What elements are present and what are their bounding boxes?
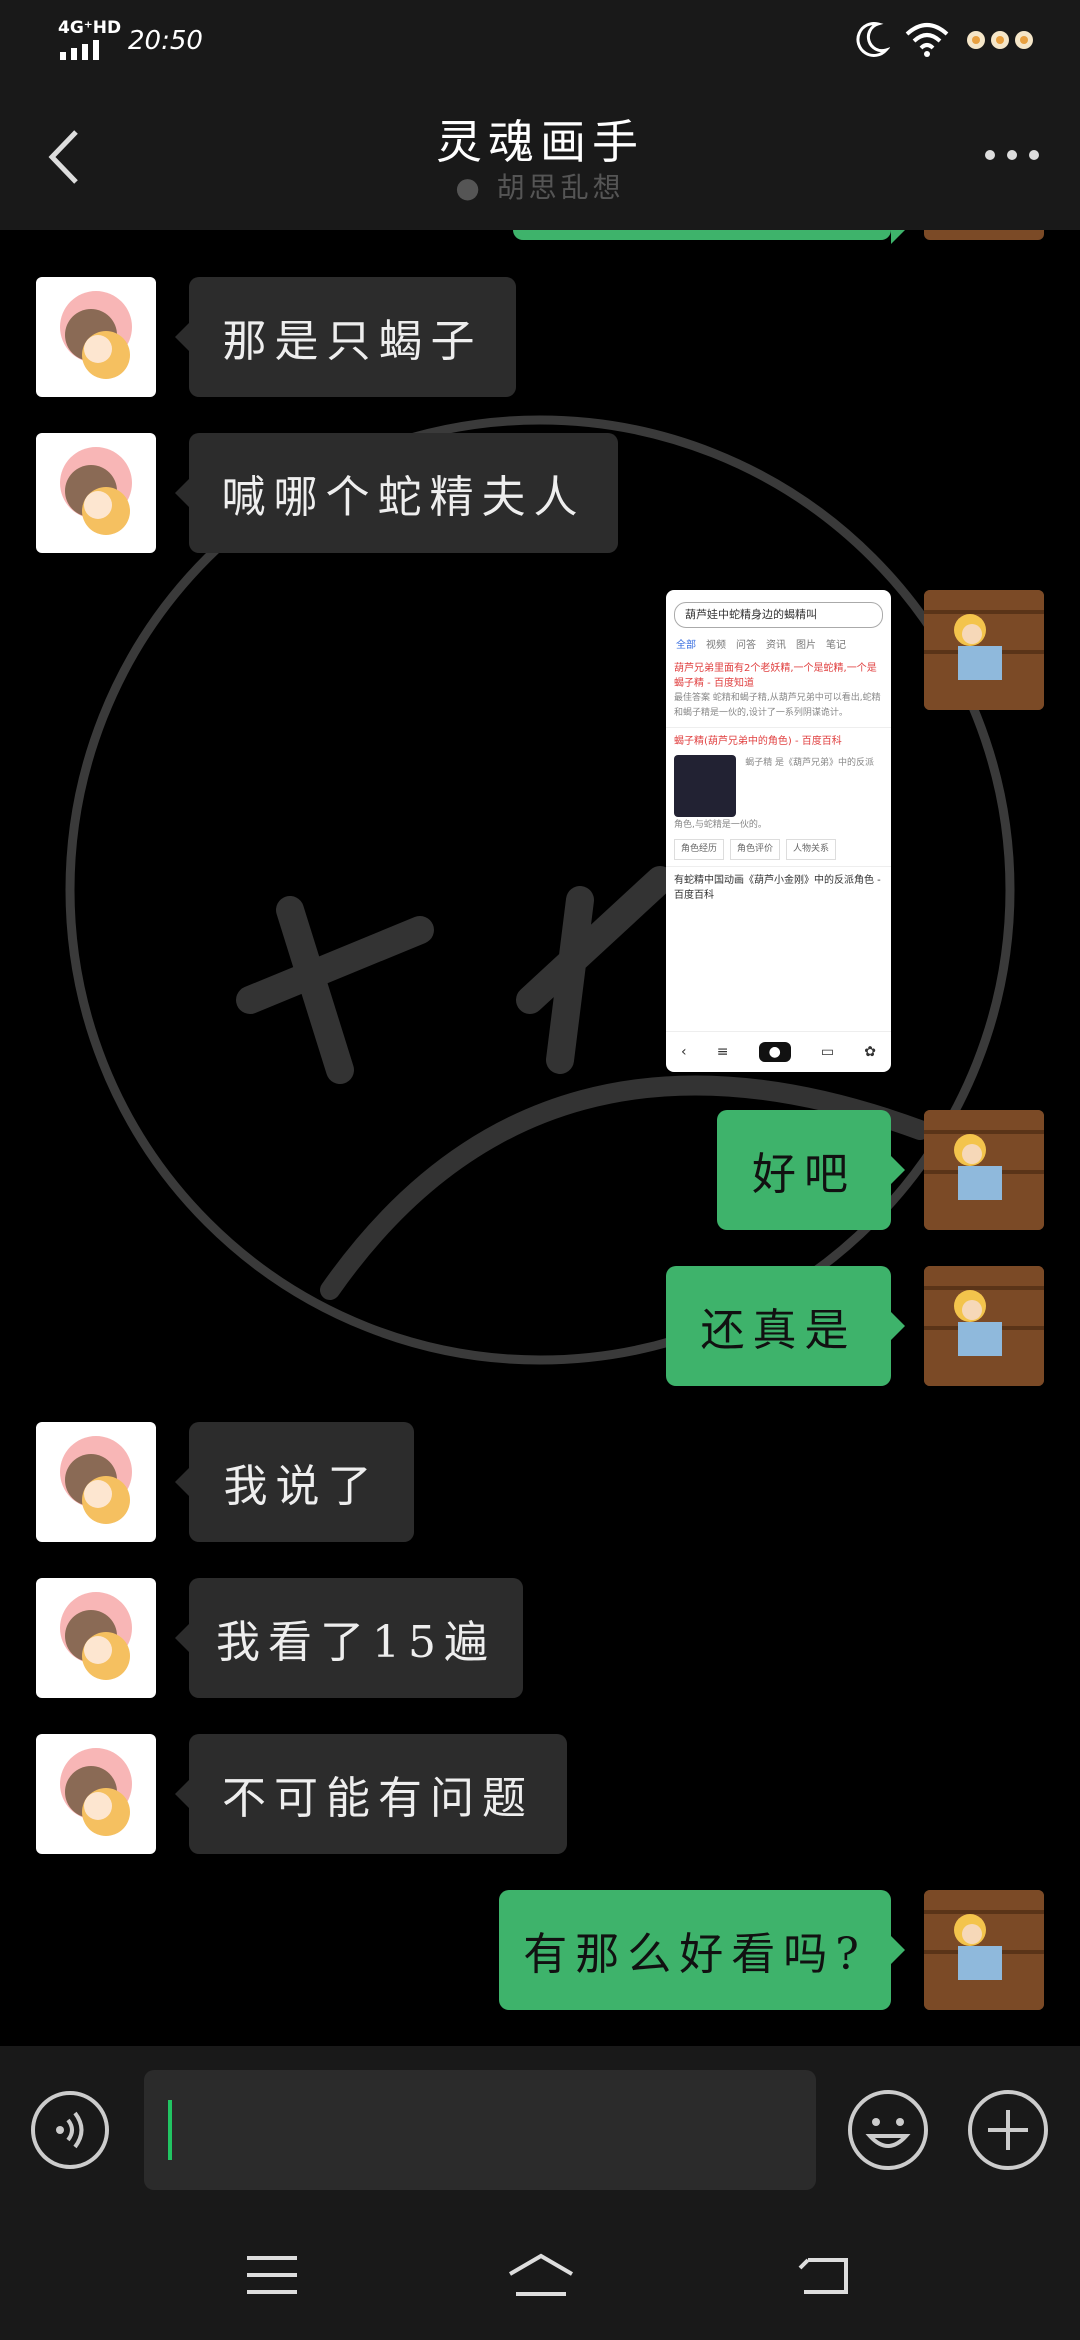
avatar[interactable] [924, 1890, 1044, 2010]
preview-menu-icon: ≡ [716, 1044, 729, 1060]
message-bubble[interactable]: 喊哪个蛇精夫人 [175, 433, 618, 553]
preview-result: 蝎子精(葫芦兄弟中的角色) - 百度百科 蝎子精 是《葫芦兄弟》中的反派角色,与… [674, 734, 883, 860]
message-bubble-partial [513, 230, 905, 244]
avatar[interactable] [36, 1578, 156, 1698]
message-list[interactable]: 那是只蝎子 喊哪个蛇精夫人 葫芦娃中蛇精身边的蝎精叫 全部 视频 问答 资讯 图… [0, 230, 1080, 2046]
message-bubble[interactable]: 不可能有问题 [175, 1734, 567, 1854]
avatar-image [60, 291, 132, 379]
avatar-image [60, 1436, 132, 1524]
preview-mic-icon: ● [758, 1042, 791, 1062]
avatar[interactable] [36, 1734, 156, 1854]
plus-icon[interactable] [966, 2088, 1050, 2172]
avatar-image [924, 1890, 1044, 2010]
menu-icon[interactable] [242, 2250, 302, 2300]
preview-tab: 笔记 [826, 640, 846, 651]
preview-result-title: 有蛇精中国动画《葫芦小金刚》中的反派角色 - 百度百科 [674, 875, 881, 901]
preview-chip: 角色评价 [730, 839, 781, 860]
avatar[interactable] [36, 1422, 156, 1542]
preview-tab: 问答 [736, 640, 756, 651]
preview-search-bar: 葫芦娃中蛇精身边的蝎精叫 [674, 602, 883, 628]
preview-tab: 全部 [676, 640, 696, 651]
preview-result-title: 葫芦兄弟里面有2个老妖精,一个是蛇精,一个是蝎子精 - 百度知道 [674, 663, 877, 689]
preview-tab: 资讯 [766, 640, 786, 651]
status-bar: 4G⁺HD 20:50 [0, 0, 1080, 80]
preview-tabs: 全部 视频 问答 资讯 图片 笔记 [666, 632, 891, 655]
chat-subtitle-text: 胡思乱想 [496, 171, 625, 204]
preview-result: 有蛇精中国动画《葫芦小金刚》中的反派角色 - 百度百科 [674, 873, 883, 903]
chat-header: 灵魂画手 ● 胡思乱想 [0, 80, 1080, 230]
avatar[interactable] [924, 1266, 1044, 1386]
avatar-image [60, 1748, 132, 1836]
message-text: 喊哪个蛇精夫人 [221, 472, 586, 523]
message-text: 我看了15遍 [216, 1617, 496, 1668]
preview-chip: 角色经历 [674, 839, 725, 860]
preview-bottom-bar: ‹ ≡ ● ▭ ✿ [666, 1031, 891, 1072]
message-text: 不可能有问题 [222, 1773, 534, 1824]
return-icon[interactable] [794, 2250, 854, 2300]
preview-tab: 图片 [796, 640, 816, 651]
clock: 20:50 [128, 26, 203, 56]
message-bubble[interactable]: 好吧 [717, 1110, 905, 1230]
image-message[interactable]: 葫芦娃中蛇精身边的蝎精叫 全部 视频 问答 资讯 图片 笔记 葫芦兄弟里面有2个… [666, 590, 891, 1072]
voice-input-icon[interactable] [30, 2090, 110, 2170]
message-input[interactable] [144, 2070, 816, 2190]
input-bar [0, 2046, 1080, 2210]
avatar-image [924, 1110, 1044, 1230]
message-text: 还真是 [700, 1305, 857, 1356]
status-icons [854, 18, 1036, 62]
wifi-icon [905, 23, 949, 57]
preview-back-icon: ‹ [681, 1044, 687, 1060]
moon-icon [856, 22, 890, 57]
message-bubble[interactable]: 那是只蝎子 [175, 277, 516, 397]
text-caret [168, 2100, 172, 2160]
message-bubble[interactable]: 我说了 [175, 1422, 414, 1542]
avatar[interactable] [36, 433, 156, 553]
preview-tab: 视频 [706, 640, 726, 651]
preview-result: 葫芦兄弟里面有2个老妖精,一个是蛇精,一个是蝎子精 - 百度知道 最佳答案 蛇精… [674, 661, 883, 721]
preview-chip: 人物关系 [786, 839, 837, 860]
home-icon[interactable] [506, 2250, 576, 2300]
network-indicator: 4G⁺HD [58, 18, 122, 38]
preview-result-title: 蝎子精(葫芦兄弟中的角色) - 百度百科 [674, 736, 842, 747]
avatar-image [924, 1266, 1044, 1386]
preview-paw-icon: ✿ [864, 1044, 876, 1060]
chat-subtitle: ● 胡思乱想 [0, 166, 1080, 206]
avatar-partial [924, 230, 1044, 240]
avatar[interactable] [924, 1110, 1044, 1230]
signal-icon [60, 40, 99, 60]
message-text: 那是只蝎子 [222, 316, 483, 367]
avatar-image [60, 447, 132, 535]
avatar[interactable] [36, 277, 156, 397]
speech-icon: ● [455, 171, 484, 204]
chat-title: 灵魂画手 [436, 115, 644, 169]
battery-flower-icon [967, 31, 1033, 49]
divider [666, 866, 891, 867]
avatar-image [924, 590, 1044, 710]
video-thumbnail [674, 755, 736, 817]
avatar[interactable] [924, 590, 1044, 710]
message-text: 好吧 [752, 1149, 856, 1200]
avatar-image [60, 1592, 132, 1680]
message-bubble[interactable]: 还真是 [666, 1266, 905, 1386]
message-text: 我说了 [223, 1461, 380, 1512]
more-options-icon[interactable] [982, 140, 1042, 170]
emoji-icon[interactable] [846, 2088, 930, 2172]
preview-result-body: 最佳答案 蛇精和蝎子精,从葫芦兄弟中可以看出,蛇精和蝎子精是一伙的,设计了一系列… [674, 693, 881, 718]
system-nav-bar [0, 2210, 1080, 2340]
message-text: 有那么好看吗? [523, 1929, 867, 1980]
message-bubble[interactable]: 我看了15遍 [175, 1578, 523, 1698]
preview-tabs-icon: ▭ [820, 1044, 835, 1060]
divider [666, 727, 891, 728]
message-bubble[interactable]: 有那么好看吗? [499, 1890, 905, 2010]
